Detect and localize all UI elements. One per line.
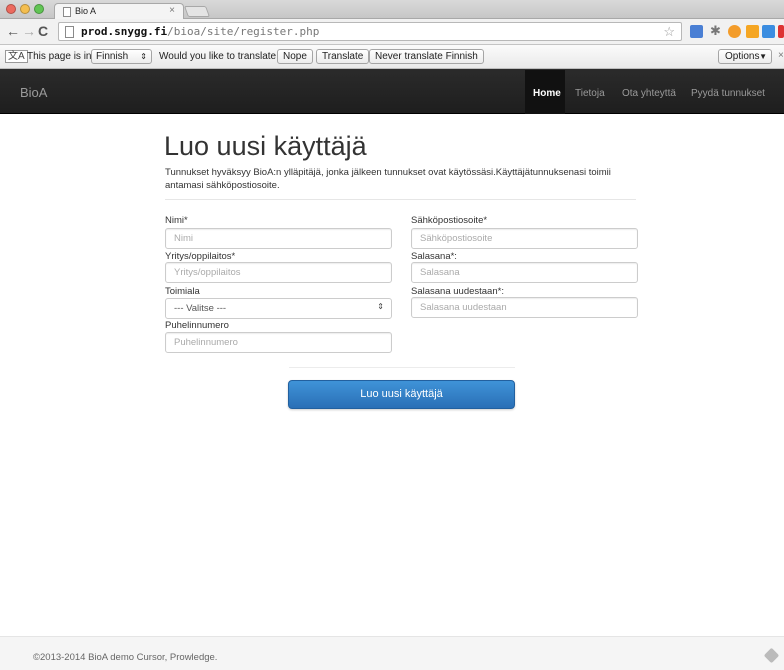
- browser-toolbar: ← → C prod.snygg.fi/bioa/site/register.p…: [0, 19, 784, 45]
- phone-label: Puhelinnumero: [165, 320, 229, 331]
- window-maximize-button[interactable]: [34, 4, 44, 14]
- company-field[interactable]: [165, 262, 392, 283]
- email-label: Sähköpostiosoite*: [411, 215, 488, 226]
- browser-tab[interactable]: Bio A ×: [54, 3, 184, 19]
- industry-label: Toimiala: [165, 286, 200, 297]
- divider: [165, 199, 636, 200]
- brand-logo[interactable]: BioA: [20, 85, 47, 100]
- nav-pyyda-tunnukset[interactable]: Pyydä tunnukset: [691, 88, 765, 99]
- password-field[interactable]: [411, 262, 638, 283]
- translate-icon: 文A: [5, 50, 28, 63]
- footer: ©2013-2014 BioA demo Cursor, Prowledge.: [0, 636, 784, 670]
- industry-select[interactable]: --- Valitse --- ⇕: [165, 298, 392, 319]
- address-bar[interactable]: prod.snygg.fi/bioa/site/register.php ☆: [58, 22, 682, 41]
- never-translate-button[interactable]: Never translate Finnish: [369, 49, 484, 64]
- name-field[interactable]: [165, 228, 392, 249]
- extension-icon[interactable]: [746, 25, 759, 38]
- language-select[interactable]: Finnish ⇕: [91, 49, 152, 64]
- extension-icon[interactable]: [728, 25, 741, 38]
- password-confirm-field[interactable]: [411, 297, 638, 318]
- password-confirm-label: Salasana uudestaan*:: [411, 286, 504, 297]
- browser-tabstrip: Bio A ×: [0, 0, 784, 19]
- password-label: Salasana*:: [411, 251, 457, 262]
- page-icon: [63, 7, 71, 17]
- name-label: Nimi*: [165, 215, 188, 226]
- nope-button[interactable]: Nope: [277, 49, 313, 64]
- nav-tietoja[interactable]: Tietoja: [575, 88, 605, 99]
- back-icon[interactable]: ←: [6, 23, 20, 39]
- email-field[interactable]: [411, 228, 638, 249]
- footer-text: ©2013-2014 BioA demo Cursor, Prowledge.: [33, 652, 218, 663]
- diamond-icon: [763, 647, 780, 664]
- translate-prefix: This page is in: [27, 51, 92, 62]
- forward-icon[interactable]: →: [22, 23, 36, 39]
- divider: [289, 367, 515, 368]
- page-title: Luo uusi käyttäjä: [164, 131, 367, 161]
- translate-infobar: 文A This page is in Finnish ⇕ Would you li…: [0, 45, 784, 69]
- tab-title: Bio A: [75, 6, 97, 16]
- download-icon[interactable]: [762, 25, 775, 38]
- options-dropdown[interactable]: Options ▼: [718, 49, 772, 64]
- nav-ota-yhteytta[interactable]: Ota yhteyttä: [622, 88, 676, 99]
- translate-button[interactable]: Translate: [316, 49, 370, 64]
- url-text[interactable]: prod.snygg.fi/bioa/site/register.php: [81, 25, 319, 38]
- bookmark-star-icon[interactable]: ☆: [663, 24, 675, 40]
- extension-icon[interactable]: [690, 25, 703, 38]
- close-icon[interactable]: ×: [778, 50, 784, 61]
- phone-field[interactable]: [165, 332, 392, 353]
- window-close-button[interactable]: [6, 4, 16, 14]
- reload-icon[interactable]: C: [38, 23, 48, 39]
- chevron-down-icon: ▼: [759, 52, 767, 61]
- window-minimize-button[interactable]: [20, 4, 30, 14]
- new-tab-button[interactable]: [183, 6, 211, 17]
- nav-home[interactable]: Home: [533, 88, 561, 99]
- tab-close-icon[interactable]: ×: [169, 5, 175, 16]
- page-icon: [65, 26, 74, 38]
- company-label: Yritys/oppilaitos*: [165, 251, 236, 262]
- create-user-button[interactable]: Luo uusi käyttäjä: [288, 380, 515, 409]
- menu-icon[interactable]: [778, 25, 784, 38]
- select-arrows-icon: ⇕: [377, 302, 384, 311]
- extension-puzzle-icon[interactable]: ✱: [710, 23, 723, 38]
- translate-question: Would you like to translate it?: [159, 51, 290, 62]
- select-arrows-icon: ⇕: [140, 52, 147, 61]
- intro-text: Tunnukset hyväksyy BioA:n ylläpitäjä, jo…: [165, 167, 611, 191]
